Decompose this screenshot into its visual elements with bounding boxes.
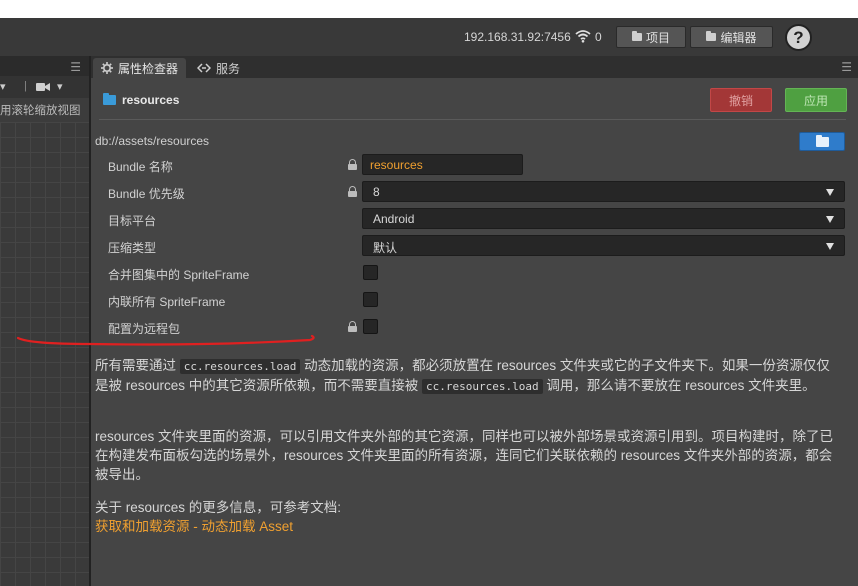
docs-link[interactable]: 获取和加载资源 - 动态加载 Asset <box>95 517 839 536</box>
prop-merge-sprite-frames: 合并图集中的 SpriteFrame <box>91 260 858 287</box>
description-paragraph-3: 关于 resources 的更多信息，可参考文档: <box>95 500 342 515</box>
prop-compression-type: 压缩类型 默认 <box>91 233 858 260</box>
code-snippet: cc.resources.load <box>179 359 301 374</box>
description-paragraph-2: resources 文件夹里面的资源，可以引用文件夹外部的其它资源，同样也可以被… <box>95 429 834 482</box>
apply-button[interactable]: 应用 <box>785 88 847 112</box>
inline-sprite-frames-checkbox[interactable] <box>363 292 378 307</box>
caret-down-icon <box>826 189 834 196</box>
select-value: 8 <box>373 185 380 199</box>
merge-sprite-frames-checkbox[interactable] <box>363 265 378 280</box>
chevron-down-icon[interactable]: ▾ <box>57 80 63 93</box>
tab-inspector-label: 属性检查器 <box>118 61 179 76</box>
gear-icon <box>101 62 113 74</box>
scene-hint-label: 用滚轮缩放视图 <box>0 105 81 117</box>
header-divider <box>99 119 846 120</box>
prop-bundle-priority: Bundle 优先级 8 <box>91 179 858 206</box>
compression-type-select[interactable]: 默认 <box>362 235 845 256</box>
panel-menu-icon[interactable]: ☰ <box>70 60 81 74</box>
project-button[interactable]: 项目 <box>616 26 686 48</box>
prop-bundle-name: Bundle 名称 resources <box>91 152 858 179</box>
caret-down-icon <box>826 243 834 250</box>
top-toolbar: 192.168.31.92:7456 0 项目 编辑器 ? <box>0 18 858 56</box>
revert-button[interactable]: 撤销 <box>710 88 772 112</box>
top-white-strip <box>0 0 858 18</box>
select-value: 默认 <box>373 241 398 255</box>
asset-path: db://assets/resources <box>95 134 210 148</box>
scene-panel: ☰ ▾ | ▾ 用滚轮缩放视图 <box>0 56 89 586</box>
camera-icon[interactable] <box>36 82 50 92</box>
target-platform-select[interactable]: Android <box>362 208 845 229</box>
bundle-name-input[interactable]: resources <box>362 154 523 175</box>
editor-button[interactable]: 编辑器 <box>690 26 773 48</box>
tab-services-label: 服务 <box>216 61 241 76</box>
scene-grid[interactable] <box>0 122 89 586</box>
prop-label: 合并图集中的 SpriteFrame <box>108 268 250 282</box>
inspector-tabbar: 属性检查器 服务 ☰ <box>91 56 858 78</box>
asset-title: resources <box>103 93 179 107</box>
question-icon: ? <box>793 27 804 47</box>
bundle-priority-select[interactable]: 8 <box>362 181 845 202</box>
folder-icon <box>815 134 829 147</box>
prop-label: Bundle 优先级 <box>108 187 185 201</box>
tab-services[interactable]: 服务 <box>189 58 248 78</box>
lock-icon[interactable] <box>348 321 357 332</box>
description-paragraph-1: 所有需要通过 cc.resources.load 动态加载的资源，都必须放置在 … <box>95 358 830 394</box>
prop-label: 内联所有 SpriteFrame <box>108 295 226 309</box>
prop-label: Bundle 名称 <box>108 160 173 174</box>
server-address: 192.168.31.92:7456 <box>464 30 571 44</box>
project-button-label: 项目 <box>645 30 670 45</box>
lock-icon[interactable] <box>348 186 357 197</box>
editor-button-label: 编辑器 <box>720 30 757 45</box>
panel-menu-icon[interactable]: ☰ <box>841 60 852 74</box>
inspector-panel: 属性检查器 服务 ☰ resources 撤销 应用 db://assets/r… <box>91 56 858 586</box>
folder-icon <box>706 31 717 41</box>
scene-panel-tabbar: ☰ <box>0 56 89 76</box>
open-folder-button[interactable] <box>799 132 845 151</box>
prop-label: 目标平台 <box>108 214 157 228</box>
folder-icon <box>103 93 116 105</box>
tab-inspector[interactable]: 属性检查器 <box>93 58 187 78</box>
caret-down-icon <box>826 216 834 223</box>
asset-name: resources <box>122 93 180 107</box>
services-icon <box>197 63 211 73</box>
prop-target-platform: 目标平台 Android <box>91 206 858 233</box>
chevron-down-icon[interactable]: ▾ <box>0 80 6 93</box>
help-button[interactable]: ? <box>785 24 812 51</box>
code-snippet: cc.resources.load <box>422 379 543 394</box>
remote-bundle-checkbox[interactable] <box>363 319 378 334</box>
toolbar-separator: | <box>24 80 27 92</box>
scene-toolbar: ▾ | ▾ <box>0 76 89 98</box>
annotation-underline <box>16 334 315 346</box>
prop-label: 压缩类型 <box>108 241 157 255</box>
connection-count: 0 <box>595 30 602 44</box>
prop-inline-sprite-frames: 内联所有 SpriteFrame <box>91 287 858 314</box>
lock-icon[interactable] <box>348 159 357 170</box>
folder-icon <box>631 31 642 41</box>
select-value: Android <box>373 212 415 226</box>
wifi-icon <box>575 30 591 43</box>
